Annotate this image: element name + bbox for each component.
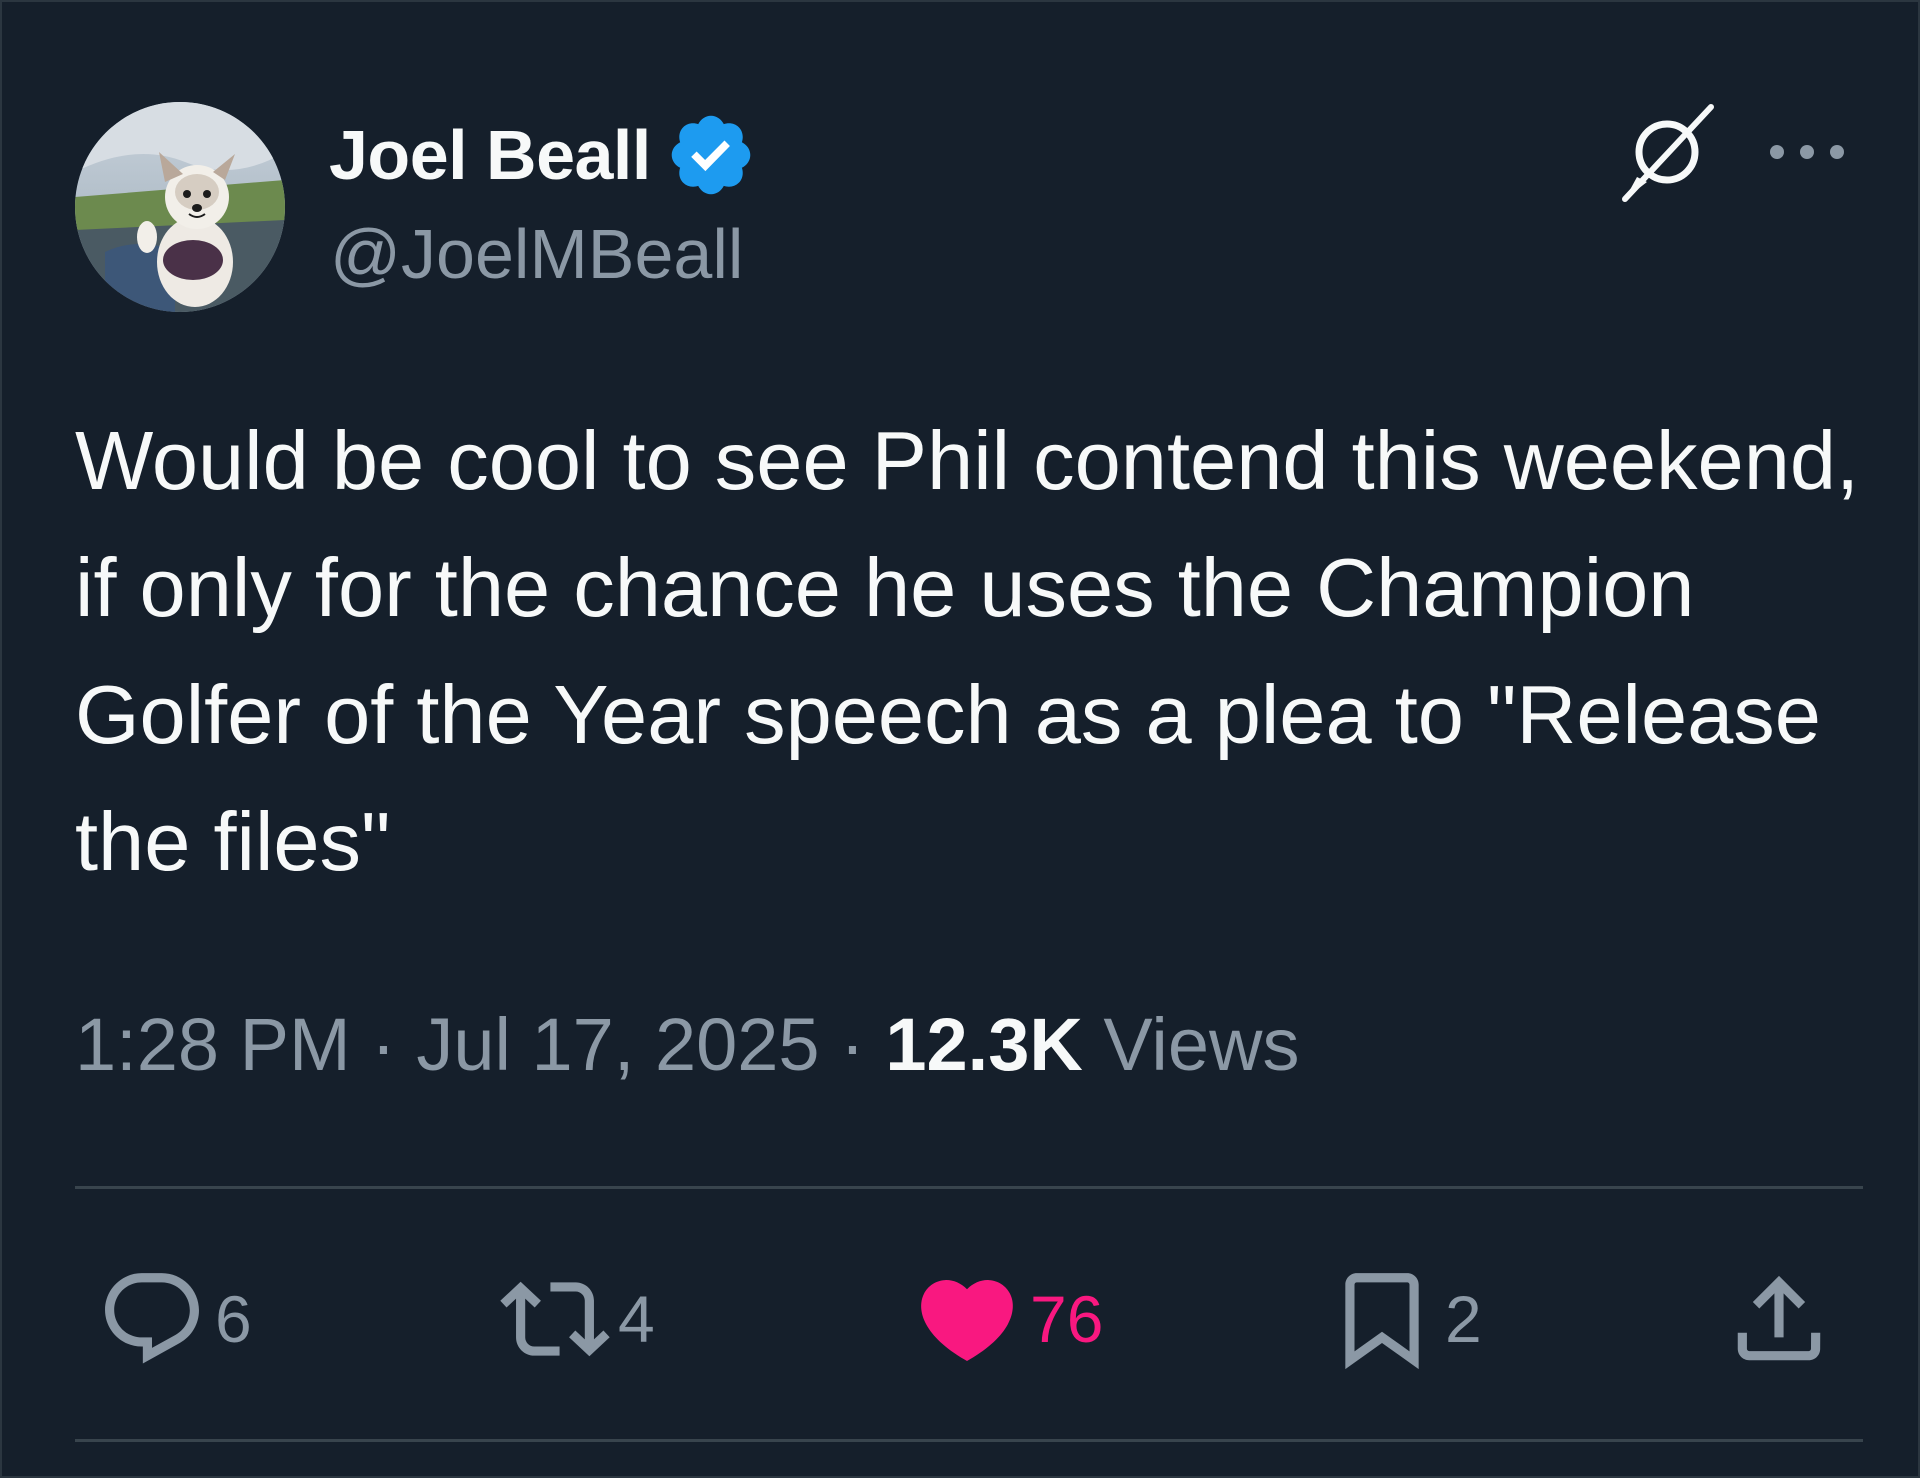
retweet-icon — [500, 1281, 610, 1357]
meta-separator: · — [840, 1003, 865, 1086]
share-icon — [1737, 1275, 1821, 1361]
avatar[interactable] — [75, 102, 285, 312]
meta-separator: · — [371, 1003, 396, 1086]
tweet-time[interactable]: 1:28 PM — [75, 1003, 351, 1086]
reply-icon — [105, 1273, 199, 1364]
divider — [75, 1439, 1863, 1442]
like-button[interactable]: 76 — [912, 1264, 1103, 1374]
bookmark-button[interactable]: 2 — [1327, 1264, 1482, 1374]
views-count[interactable]: 12.3K — [885, 1003, 1082, 1086]
author-display-name[interactable]: Joel Beall — [329, 115, 651, 195]
reply-count: 6 — [215, 1282, 252, 1356]
tweet-text: Would be cool to see Phil contend this w… — [75, 414, 1860, 888]
views-label: Views — [1103, 1003, 1300, 1086]
heart-icon — [921, 1280, 1013, 1361]
share-button[interactable] — [1724, 1264, 1834, 1374]
author-handle[interactable]: @JoelMBeall — [330, 214, 743, 294]
retweet-button[interactable]: 4 — [500, 1264, 655, 1374]
tweet-card: Joel Beall @JoelMBeall Would be cool to … — [0, 0, 1920, 1478]
tweet-meta: 1:28 PM · Jul 17, 2025 · 12.3K Views — [75, 1002, 1299, 1087]
like-count: 76 — [1030, 1282, 1104, 1356]
retweet-count: 4 — [618, 1282, 655, 1356]
grok-icon[interactable] — [1617, 102, 1717, 202]
divider — [75, 1186, 1863, 1189]
more-icon[interactable] — [1762, 132, 1852, 172]
bookmark-icon — [1345, 1273, 1419, 1370]
tweet-date[interactable]: Jul 17, 2025 — [416, 1003, 819, 1086]
bookmark-count: 2 — [1445, 1282, 1482, 1356]
author-name-row[interactable]: Joel Beall — [329, 110, 757, 200]
reply-button[interactable]: 6 — [97, 1264, 252, 1374]
verified-badge-icon[interactable] — [665, 109, 757, 201]
avatar-image — [75, 102, 285, 312]
